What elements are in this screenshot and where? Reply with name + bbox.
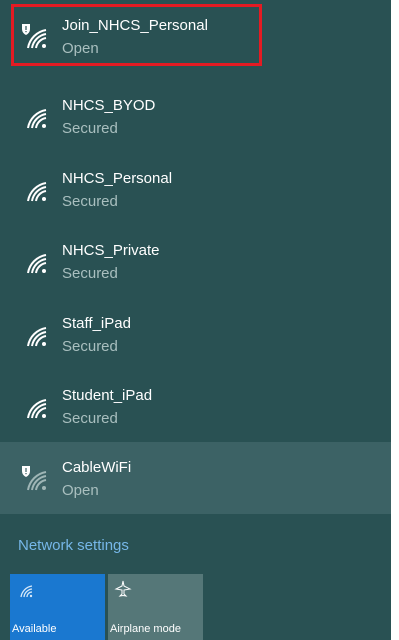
network-name: NHCS_BYOD	[62, 97, 156, 114]
network-name: CableWiFi	[62, 459, 132, 476]
network-name: Staff_iPad	[62, 315, 131, 332]
network-settings-link[interactable]: Network settings	[18, 537, 129, 554]
airplane-tile-label: Airplane mode	[110, 623, 181, 635]
background-strip	[391, 0, 399, 640]
wifi-secured-icon	[27, 399, 47, 419]
network-name: NHCS_Private	[62, 242, 160, 259]
wifi-secured-icon	[27, 109, 47, 129]
wifi-tile[interactable]: Available	[10, 574, 105, 640]
wifi-secured-icon	[27, 254, 47, 274]
network-flyout: Join_NHCS_Personal Open NHCS_BYOD Secure…	[0, 0, 391, 640]
wifi-open-shield-icon	[22, 466, 47, 491]
wifi-secured-icon	[27, 327, 47, 347]
network-item-nhcs-personal[interactable]: NHCS_Personal Secured	[0, 153, 391, 225]
network-item-cablewifi[interactable]: CableWiFi Open	[0, 442, 391, 514]
wifi-icon	[20, 585, 33, 598]
network-item-staff-ipad[interactable]: Staff_iPad Secured	[0, 298, 391, 370]
airplane-mode-tile[interactable]: Airplane mode	[108, 574, 203, 640]
wifi-tile-label: Available	[12, 623, 57, 635]
network-status: Secured	[62, 193, 118, 210]
network-item-nhcs-byod[interactable]: NHCS_BYOD Secured	[0, 80, 391, 152]
network-status: Secured	[62, 410, 118, 427]
red-highlight-box	[11, 4, 262, 66]
network-status: Secured	[62, 120, 118, 137]
network-name: Student_iPad	[62, 387, 153, 404]
network-name: NHCS_Personal	[62, 170, 173, 187]
wifi-secured-icon	[27, 182, 47, 202]
airplane-icon	[114, 580, 132, 597]
network-status: Secured	[62, 338, 118, 355]
network-item-student-ipad[interactable]: Student_iPad Secured	[0, 370, 391, 442]
network-item-nhcs-private[interactable]: NHCS_Private Secured	[0, 225, 391, 297]
network-status: Secured	[62, 265, 118, 282]
network-status: Open	[62, 482, 99, 499]
